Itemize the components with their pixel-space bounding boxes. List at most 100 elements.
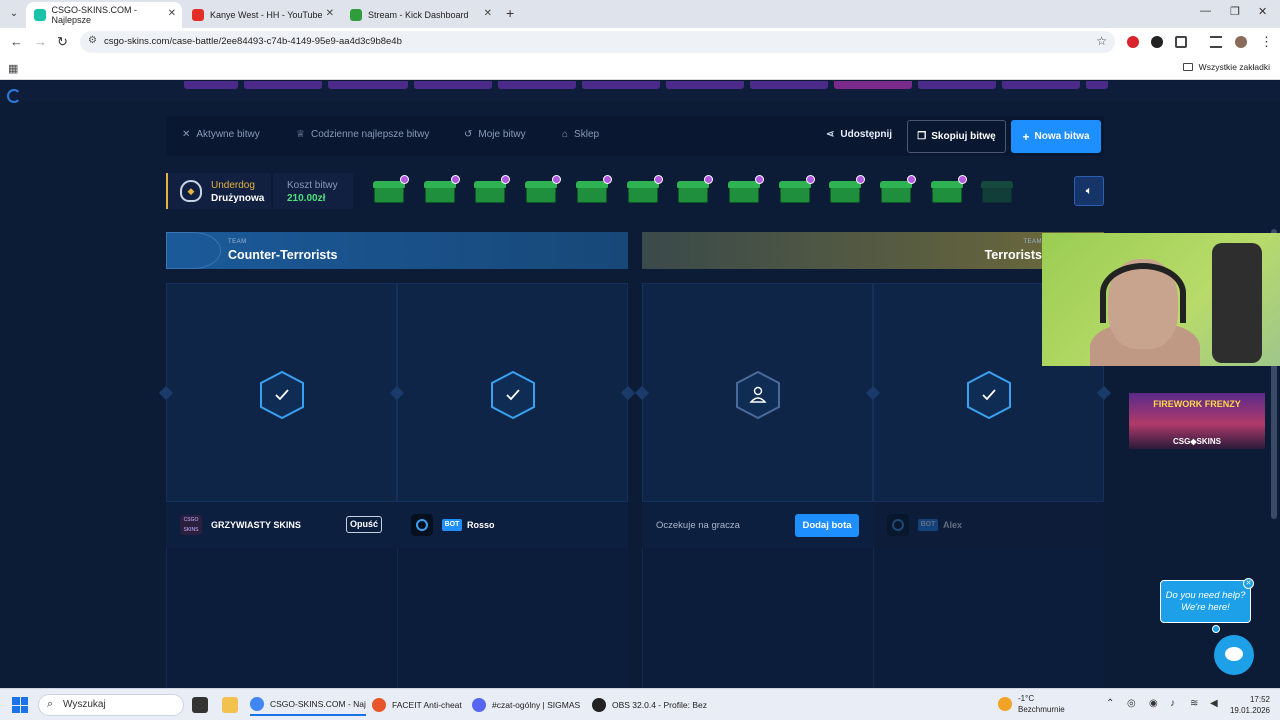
battle-mode: ◆ Underdog Drużynowa [166, 173, 271, 209]
case-icon[interactable] [473, 175, 511, 203]
all-bookmarks-link[interactable]: Wszystkie zakładki [1182, 62, 1270, 72]
team-tag: TEAM [1023, 239, 1042, 245]
player-drops-3 [642, 548, 873, 688]
recent-drops-strip [0, 81, 1280, 101]
tab-close-icon[interactable]: ✕ [326, 8, 334, 19]
share-button[interactable]: ⋖ Udostępnij [826, 129, 892, 140]
bookmark-star-icon[interactable]: ☆ [1096, 34, 1107, 48]
active-battles-link[interactable]: ✕ Aktywne bitwy [182, 129, 260, 140]
drop-item[interactable] [414, 81, 492, 89]
cost-value: 210.00zł [287, 193, 326, 204]
csgo-skins-favicon-icon [34, 9, 46, 21]
bot-avatar [887, 514, 909, 536]
close-window-button[interactable]: ✕ [1258, 5, 1267, 18]
drop-item[interactable] [1086, 81, 1108, 89]
forward-button[interactable]: → [34, 34, 47, 49]
player-drops-4 [873, 548, 1104, 688]
drop-item[interactable] [666, 81, 744, 89]
leave-battle-button[interactable]: Opuść [346, 516, 382, 533]
tab-csgo-skins[interactable]: CSGO-SKINS.COM - Najlepsze ✕ [26, 2, 182, 28]
drop-item[interactable] [328, 81, 408, 89]
windows-start-icon[interactable] [12, 697, 28, 713]
browser-menu-icon[interactable]: ⋮ [1260, 34, 1273, 50]
firework-frenzy-promo[interactable]: FIREWORK FRENZY CSG◆SKINS [1129, 393, 1265, 449]
drop-item[interactable] [184, 81, 238, 89]
case-icon[interactable] [930, 175, 967, 203]
apps-grid-icon[interactable]: ▦ [8, 62, 18, 75]
my-battles-link[interactable]: ↺ Moje bitwy [464, 129, 526, 140]
tab-close-icon[interactable]: ✕ [484, 8, 492, 19]
windows-taskbar: ⌕ Wyszukaj CSGO-SKINS.COM - Naj FACEIT A… [0, 688, 1280, 720]
help-bubble[interactable]: Do you need help? We're here! [1160, 580, 1251, 623]
case-icon[interactable] [828, 175, 866, 203]
file-explorer-icon[interactable] [222, 697, 238, 713]
drop-item[interactable] [1002, 81, 1080, 89]
case-icon[interactable] [980, 179, 1014, 203]
mode-name: Underdog [211, 180, 255, 191]
chat-launcher-button[interactable] [1214, 635, 1254, 675]
drop-item[interactable] [498, 81, 576, 89]
case-icon[interactable] [575, 175, 612, 203]
case-icon[interactable] [778, 175, 815, 203]
reading-list-icon[interactable] [1210, 36, 1222, 48]
tray-chevron-icon[interactable]: ⌃ [1106, 698, 1114, 709]
tab-kick[interactable]: Stream - Kick Dashboard ✕ [342, 2, 498, 28]
app-label: OBS 32.0.4 - Profile: Bez [612, 700, 707, 710]
taskbar-app-chrome[interactable]: CSGO-SKINS.COM - Naj [250, 694, 366, 716]
url-text: csgo-skins.com/case-battle/2ee84493-c74b… [104, 36, 402, 47]
tab-search-icon[interactable]: ⌄ [6, 6, 22, 22]
tray-network-app-icon[interactable]: ◉ [1149, 698, 1158, 709]
mode-type: Drużynowa [211, 193, 265, 204]
drop-item[interactable] [750, 81, 828, 89]
taskbar-search[interactable]: ⌕ Wyszukaj [38, 694, 184, 716]
address-bar[interactable]: ⚙ csgo-skins.com/case-battle/2ee84493-c7… [80, 31, 1115, 53]
tab-title: Stream - Kick Dashboard [368, 10, 469, 20]
task-view-icon[interactable] [192, 697, 208, 713]
tab-close-icon[interactable]: ✕ [168, 8, 176, 19]
trophy-icon: ♕ [296, 129, 305, 140]
system-clock[interactable]: 17:52 19.01.2026 [1226, 694, 1270, 716]
add-bot-button[interactable]: Dodaj bota [795, 514, 859, 537]
shop-link[interactable]: ⌂ Sklep [562, 129, 599, 140]
case-icon[interactable] [423, 175, 460, 203]
drop-item[interactable] [244, 81, 322, 89]
new-tab-button[interactable]: + [506, 5, 514, 21]
wifi-icon[interactable]: ≋ [1190, 698, 1198, 709]
volume-icon[interactable]: ◀ [1210, 698, 1218, 709]
back-button[interactable]: ← [10, 34, 23, 49]
site-info-icon[interactable]: ⚙ [88, 35, 97, 46]
case-icon[interactable] [879, 175, 916, 203]
team-name: Counter-Terrorists [228, 248, 338, 262]
taskbar-app-faceit[interactable]: FACEIT Anti-cheat [372, 694, 462, 716]
new-battle-button[interactable]: + Nowa bitwa [1011, 120, 1101, 153]
help-close-icon[interactable]: ✕ [1243, 578, 1254, 589]
taskbar-app-discord[interactable]: #czat-ogólny | SIGMAS [472, 694, 580, 716]
profile-avatar[interactable] [1235, 36, 1247, 48]
case-icon[interactable] [626, 175, 663, 203]
extension-icon[interactable] [1151, 36, 1163, 48]
shop-label: Sklep [574, 129, 600, 140]
case-icon[interactable] [372, 175, 409, 203]
opera-extension-icon[interactable] [1127, 36, 1139, 48]
microphone-icon[interactable]: ♪ [1170, 698, 1175, 709]
taskbar-app-obs[interactable]: OBS 32.0.4 - Profile: Bez [592, 694, 707, 716]
drop-item[interactable] [834, 81, 912, 89]
case-badge-icon [653, 175, 663, 184]
case-badge-icon [552, 175, 562, 184]
drop-item[interactable] [918, 81, 996, 89]
drop-item[interactable] [582, 81, 660, 89]
browser-toolbar: ← → ↻ ⚙ csgo-skins.com/case-battle/2ee84… [0, 28, 1280, 56]
tray-app-icon[interactable]: ◎ [1127, 698, 1136, 709]
restore-button[interactable]: ❐ [1230, 5, 1240, 18]
copy-battle-button[interactable]: ❐ Skopiuj bitwę [907, 120, 1006, 153]
case-icon[interactable] [524, 175, 562, 203]
minimize-button[interactable]: — [1200, 5, 1211, 17]
case-icon[interactable] [676, 175, 714, 203]
daily-best-link[interactable]: ♕ Codzienne najlepsze bitwy [296, 129, 429, 140]
sound-toggle-button[interactable]: 🔈︎ [1074, 176, 1104, 206]
reload-button[interactable]: ↻ [57, 34, 68, 50]
case-icon[interactable] [727, 175, 764, 203]
case-badge-icon [501, 175, 511, 184]
extensions-puzzle-icon[interactable] [1175, 36, 1187, 48]
tab-youtube[interactable]: Kanye West - HH - YouTube ✕ [184, 2, 340, 28]
